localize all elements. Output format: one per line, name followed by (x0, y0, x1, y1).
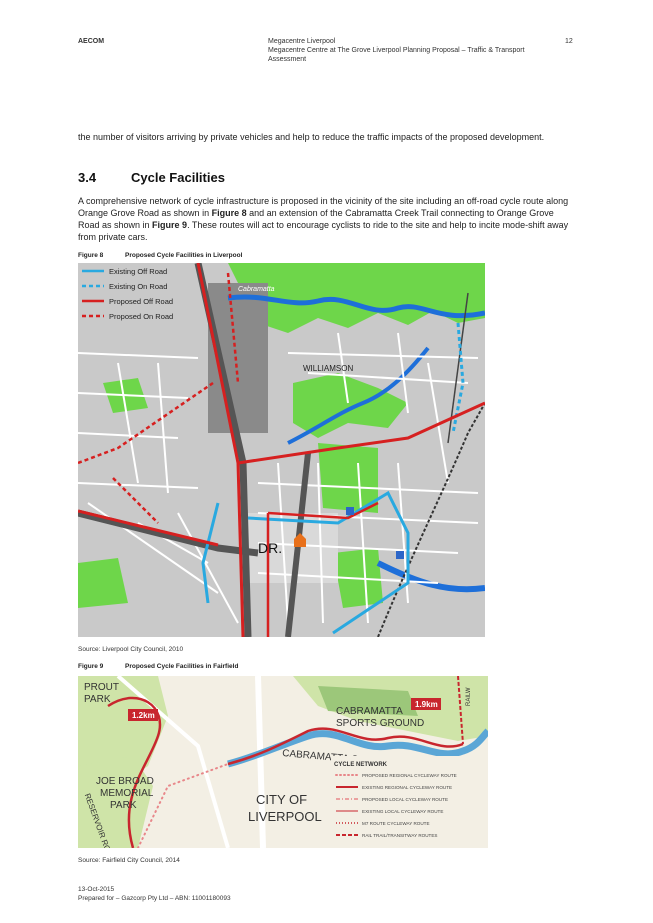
distance-label-1: 1.2km (132, 711, 155, 720)
legend-label: Existing Off Road (109, 267, 167, 276)
figure9-map: 1.2km 1.9km PROUT PARK CABRAMATTA SPORTS… (78, 676, 488, 848)
prout-park-label-1: PROUT (84, 682, 119, 693)
legend-label: Proposed Off Road (109, 297, 173, 306)
footer-date: 13-Oct-2015 (78, 886, 115, 893)
railway-label: RAILW (466, 687, 472, 706)
legend-label: Proposed On Road (109, 312, 173, 321)
figure8-map: Existing Off Road Existing On Road Propose… (78, 263, 485, 637)
network-legend-label: EXISTING REGIONAL CYCLEWAY ROUTE (362, 785, 452, 790)
footer-prepared-for: Prepared for – Gazcorp Pty Ltd – ABN: 11… (78, 895, 231, 902)
city-label-2: LIVERPOOL (248, 809, 322, 824)
header-company: AECOM (78, 38, 105, 45)
legend-label: Existing On Road (109, 282, 167, 291)
figure9-title: Proposed Cycle Facilities in Fairfield (125, 663, 239, 670)
figure8-label: Figure 8 (78, 252, 104, 259)
sports-ground-label-1: CABRAMATTA (336, 706, 403, 717)
figure8-legend: Existing Off Road Existing On Road Propose… (78, 263, 193, 329)
network-legend-label: PROPOSED LOCAL CYCLEWAY ROUTE (362, 797, 448, 802)
cycle-network-legend: CYCLE NETWORK PROPOSED REGIONAL CYCLEWAY… (331, 756, 488, 848)
joe-broad-label-1: JOE BROAD (96, 776, 154, 787)
intro-paragraph: the number of visitors arriving by priva… (78, 132, 545, 142)
map-label-creek: Cabramatta (238, 286, 275, 293)
header-title-block: Megacentre Liverpool Megacentre Centre a… (268, 37, 558, 64)
network-legend-label: M7 ROUTE CYCLEWAY ROUTE (362, 821, 430, 826)
map-label-suburb: WILLIAMSON (303, 364, 353, 373)
distance-label-2: 1.9km (415, 700, 438, 709)
header-project: Megacentre Centre at The Grove Liverpool… (268, 47, 525, 63)
sports-ground-label-2: SPORTS GROUND (336, 718, 424, 729)
network-legend-label: RAIL TRAIL/TRANSITWAY ROUTES (362, 833, 437, 838)
map-label-site: DR. (258, 540, 282, 556)
figure8-source: Source: Liverpool City Council, 2010 (78, 646, 184, 653)
section-title: Cycle Facilities (131, 170, 225, 185)
figure8-reference: Figure 8 (211, 208, 247, 218)
joe-broad-label-2: MEMORIAL (100, 788, 154, 799)
prout-park-label-2: PARK (84, 694, 111, 705)
header-client: Megacentre Liverpool (268, 38, 336, 45)
joe-broad-label-3: PARK (110, 800, 137, 811)
cycle-network-title: CYCLE NETWORK (334, 762, 388, 768)
header-page-number: 12 (565, 38, 573, 45)
figure8-title: Proposed Cycle Facilities in Liverpool (125, 252, 243, 259)
city-label-1: CITY OF (256, 792, 307, 807)
figure9-reference: Figure 9 (152, 220, 188, 230)
figure9-label: Figure 9 (78, 663, 104, 670)
figure9-source: Source: Fairfield City Council, 2014 (78, 857, 180, 864)
section-body: A comprehensive network of cycle infrast… (78, 195, 576, 243)
hospital-icon-2 (396, 551, 404, 559)
network-legend-label: PROPOSED REGIONAL CYCLEWAY ROUTE (362, 773, 457, 778)
green-space-park (318, 443, 378, 513)
section-number: 3.4 (78, 170, 97, 185)
hospital-icon (346, 507, 354, 515)
network-legend-label: EXISTING LOCAL CYCLEWAY ROUTE (362, 809, 443, 814)
